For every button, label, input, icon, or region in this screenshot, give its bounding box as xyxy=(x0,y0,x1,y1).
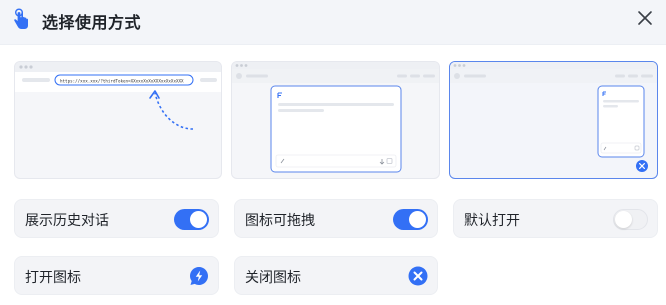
option-open-icon-label: 打开图标 xyxy=(25,270,81,286)
option-icon-draggable[interactable]: 图标可拖拽 xyxy=(234,199,438,238)
option-default-open-label: 默认打开 xyxy=(464,213,520,229)
mode-card-url-bar[interactable]: https://xxx.xxx/?thirdToken=XXxxxXxXxXXX… xyxy=(14,61,222,179)
hand-pointer-icon xyxy=(14,8,28,30)
dialog-header: 选择使用方式 xyxy=(0,0,666,45)
option-close-icon[interactable]: 关闭图标 xyxy=(234,256,438,295)
option-show-history-label: 展示历史对话 xyxy=(25,213,109,229)
option-show-history[interactable]: 展示历史对话 xyxy=(14,199,219,238)
close-circle-icon[interactable] xyxy=(408,266,428,286)
mode-card-side-window[interactable] xyxy=(449,61,658,179)
option-close-icon-label: 关闭图标 xyxy=(245,270,301,286)
option-open-icon[interactable]: 打开图标 xyxy=(14,256,219,295)
option-icon-draggable-label: 图标可拖拽 xyxy=(245,213,315,229)
close-icon[interactable] xyxy=(636,9,654,27)
icon-draggable-toggle[interactable] xyxy=(393,209,428,230)
url-bar-preview: https://xxx.xxx/?thirdToken=XXxxxXxXxXXX… xyxy=(15,62,221,130)
mode-card-center-window[interactable] xyxy=(231,61,440,179)
option-default-open[interactable]: 默认打开 xyxy=(453,199,658,238)
side-window-preview xyxy=(450,62,657,172)
dialog-title: 选择使用方式 xyxy=(42,13,142,32)
url-text: https://xxx.xxx/?thirdToken=XXxxxXxXxXXX… xyxy=(60,79,184,84)
show-history-toggle[interactable] xyxy=(174,209,209,230)
center-window-preview xyxy=(232,62,439,173)
default-open-toggle[interactable] xyxy=(613,209,648,230)
lightning-chat-icon[interactable] xyxy=(189,266,209,286)
